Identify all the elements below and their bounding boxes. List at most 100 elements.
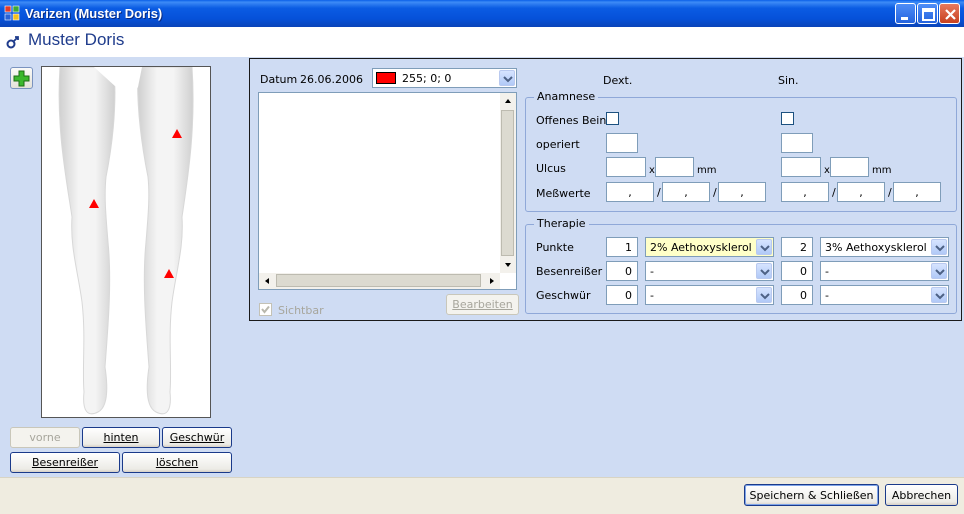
offenes-bein-dext-checkbox[interactable] bbox=[606, 112, 619, 125]
datum-label: Datum bbox=[260, 73, 298, 86]
horizontal-scroll-thumb[interactable] bbox=[276, 274, 481, 287]
therapie-group: Therapie Punkte 1 2% Aethoxysklerol 2 3%… bbox=[525, 217, 957, 314]
chevron-down-icon bbox=[760, 269, 770, 276]
color-select[interactable]: 255; 0; 0 bbox=[372, 68, 517, 88]
ulcus-label: Ulcus bbox=[536, 162, 566, 175]
operiert-dext-input[interactable] bbox=[606, 133, 638, 153]
operiert-sin-input[interactable] bbox=[781, 133, 813, 153]
chevron-down-icon bbox=[935, 269, 945, 276]
geschwuer-dext-count-value: 0 bbox=[625, 288, 632, 302]
marker-triangle[interactable] bbox=[89, 199, 99, 208]
messwert-dext-1-input[interactable]: , bbox=[606, 182, 654, 202]
color-swatch bbox=[376, 72, 396, 84]
punkte-sin-count-value: 2 bbox=[800, 240, 807, 254]
vorne-label: vorne bbox=[29, 431, 61, 444]
arrow-up-icon bbox=[505, 99, 511, 103]
notes-textarea[interactable] bbox=[258, 92, 517, 290]
punkte-sin-count[interactable]: 2 bbox=[781, 237, 813, 257]
messwert-sin-2-input[interactable]: , bbox=[837, 182, 885, 202]
close-button[interactable] bbox=[939, 3, 960, 24]
punkte-dext-count[interactable]: 1 bbox=[606, 237, 638, 257]
ulcus-sin-width-input[interactable] bbox=[781, 157, 821, 177]
loeschen-button[interactable]: löschen bbox=[122, 452, 232, 473]
hinten-button[interactable]: hinten bbox=[82, 427, 160, 448]
punkte-dext-select[interactable]: 2% Aethoxysklerol bbox=[645, 237, 774, 257]
offenes-bein-sin-checkbox[interactable] bbox=[781, 112, 794, 125]
besenreisser-dext-select-value: - bbox=[650, 265, 654, 278]
maximize-button[interactable] bbox=[917, 3, 938, 24]
marker-triangle[interactable] bbox=[172, 129, 182, 138]
operiert-label: operiert bbox=[536, 138, 580, 151]
male-icon bbox=[6, 36, 19, 49]
bearbeiten-label: Bearbeiten bbox=[452, 298, 513, 311]
besenreisser-sin-dropdown-arrow[interactable] bbox=[931, 263, 947, 279]
add-marker-button[interactable] bbox=[10, 67, 33, 89]
legs-diagram[interactable] bbox=[41, 66, 211, 418]
window-title: Varizen (Muster Doris) bbox=[25, 6, 163, 21]
cancel-button[interactable]: Abbrechen bbox=[885, 484, 958, 506]
loeschen-label: löschen bbox=[155, 456, 199, 469]
bearbeiten-button[interactable]: Bearbeiten bbox=[446, 294, 519, 315]
besenreisser-button[interactable]: Besenreißer bbox=[10, 452, 120, 473]
vorne-button[interactable]: vorne bbox=[10, 427, 80, 448]
geschwuer-sin-select[interactable]: - bbox=[820, 285, 949, 305]
checkmark-icon bbox=[261, 305, 270, 314]
decimal-separator: , bbox=[628, 185, 632, 199]
color-value: 255; 0; 0 bbox=[402, 72, 452, 85]
punkte-sin-dropdown-arrow[interactable] bbox=[931, 239, 947, 255]
geschwuer-sin-dropdown-arrow[interactable] bbox=[931, 287, 947, 303]
ulcus-dext-mm: mm bbox=[697, 165, 717, 176]
besenreisser-dext-select[interactable]: - bbox=[645, 261, 774, 281]
besenreisser-dext-dropdown-arrow[interactable] bbox=[756, 263, 772, 279]
title-bar[interactable]: Varizen (Muster Doris) bbox=[0, 0, 964, 27]
messwert-separator: / bbox=[888, 186, 892, 199]
vertical-scroll-thumb[interactable] bbox=[501, 110, 514, 256]
sichtbar-label: Sichtbar bbox=[278, 304, 324, 317]
messwert-dext-3-input[interactable]: , bbox=[718, 182, 766, 202]
geschwuer-dext-select[interactable]: - bbox=[645, 285, 774, 305]
anamnese-title: Anamnese bbox=[534, 90, 599, 103]
hinten-label: hinten bbox=[103, 431, 139, 444]
scroll-left-arrow[interactable] bbox=[259, 273, 275, 289]
geschwuer-label: Geschwür bbox=[169, 431, 225, 444]
punkte-sin-select[interactable]: 3% Aethoxysklerol bbox=[820, 237, 949, 257]
scroll-down-arrow[interactable] bbox=[500, 257, 516, 273]
geschwuer-button[interactable]: Geschwür bbox=[162, 427, 232, 448]
sichtbar-checkbox[interactable] bbox=[259, 303, 272, 316]
messwert-dext-2-input[interactable]: , bbox=[662, 182, 710, 202]
chevron-down-icon bbox=[760, 293, 770, 300]
besenreisser-sin-count[interactable]: 0 bbox=[781, 261, 813, 281]
messwert-sin-3-input[interactable]: , bbox=[893, 182, 941, 202]
color-dropdown-arrow[interactable] bbox=[499, 70, 515, 86]
scroll-up-arrow[interactable] bbox=[500, 93, 516, 109]
dext-column-header: Dext. bbox=[603, 74, 633, 87]
minimize-button[interactable] bbox=[895, 3, 916, 24]
anamnese-group: Anamnese Offenes Bein operiert Ulcus x m… bbox=[525, 90, 957, 212]
save-close-button[interactable]: Speichern & Schließen bbox=[744, 484, 879, 506]
ulcus-dext-width-input[interactable] bbox=[606, 157, 646, 177]
vertical-scrollbar[interactable] bbox=[500, 93, 516, 273]
chevron-down-icon bbox=[503, 76, 513, 83]
geschwuer-sin-select-value: - bbox=[825, 289, 829, 302]
details-panel: Datum 26.06.2006 255; 0; 0 Sichtbar Bear… bbox=[249, 58, 962, 321]
marker-triangle[interactable] bbox=[164, 269, 174, 278]
geschwuer-sin-count-value: 0 bbox=[800, 288, 807, 302]
punkte-dext-dropdown-arrow[interactable] bbox=[756, 239, 772, 255]
scroll-right-arrow[interactable] bbox=[484, 273, 500, 289]
therapie-title: Therapie bbox=[534, 217, 589, 230]
messwert-sin-1-input[interactable]: , bbox=[781, 182, 829, 202]
offenes-bein-label: Offenes Bein bbox=[536, 114, 607, 127]
patient-name: Muster Doris bbox=[28, 30, 125, 49]
geschwuer-dext-count[interactable]: 0 bbox=[606, 285, 638, 305]
ulcus-sin-height-input[interactable] bbox=[830, 157, 869, 177]
punkte-dext-select-value: 2% Aethoxysklerol bbox=[650, 241, 752, 254]
geschwuer-dext-dropdown-arrow[interactable] bbox=[756, 287, 772, 303]
besenreisser-sin-select[interactable]: - bbox=[820, 261, 949, 281]
besenreisser-dext-count[interactable]: 0 bbox=[606, 261, 638, 281]
geschwuer-sin-count[interactable]: 0 bbox=[781, 285, 813, 305]
ulcus-dext-height-input[interactable] bbox=[655, 157, 694, 177]
decimal-separator: , bbox=[859, 185, 863, 199]
geschwuer-dext-select-value: - bbox=[650, 289, 654, 302]
arrow-down-icon bbox=[505, 263, 511, 267]
horizontal-scrollbar[interactable] bbox=[259, 273, 500, 289]
